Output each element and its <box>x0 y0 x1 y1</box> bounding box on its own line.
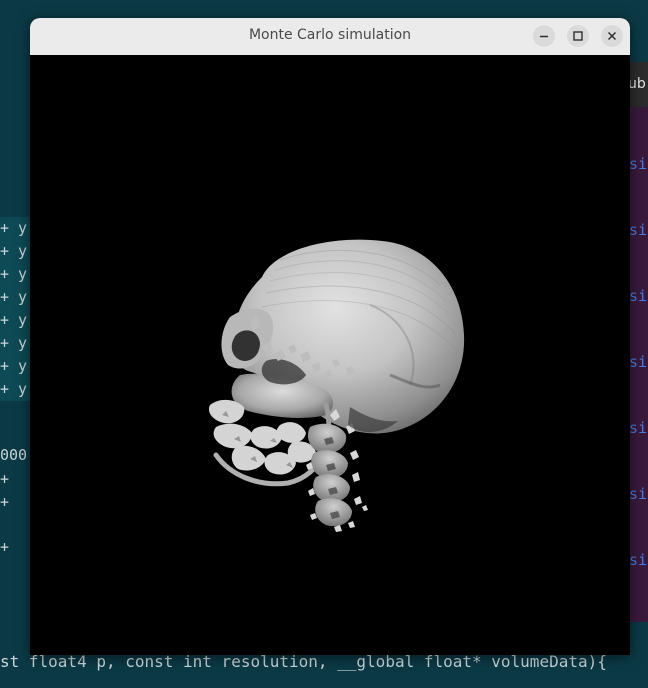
background-editor-left: + y + y + y + y + y + y + y + y 000 + + … <box>0 210 32 610</box>
keyword-fragment: si <box>629 353 648 371</box>
background-window-right[interactable]: ub ( si si si si si si si <box>628 62 648 622</box>
keyword-fragment: si <box>629 419 648 437</box>
keyword-fragment: si <box>629 221 648 239</box>
desktop: + y + y + y + y + y + y + y + y 000 + + … <box>0 0 648 688</box>
diff-line: + y <box>0 378 32 401</box>
diff-line: + y <box>0 309 32 332</box>
number-fragment: 000 <box>0 446 28 464</box>
diff-line: + y <box>0 332 32 355</box>
minimize-icon <box>540 35 548 38</box>
close-icon <box>607 31 617 41</box>
keyword-fragment: si <box>629 287 648 305</box>
diff-line: + y <box>0 263 32 286</box>
plus-line: + <box>0 538 10 556</box>
close-button[interactable] <box>601 25 623 47</box>
keyword-fragment: si <box>629 551 648 569</box>
maximize-icon <box>573 31 583 41</box>
diff-line: + y <box>0 217 32 240</box>
monte-carlo-window[interactable]: Monte Carlo simulation <box>30 18 630 655</box>
render-canvas[interactable] <box>30 55 630 655</box>
keyword-fragment: si <box>629 485 648 503</box>
diff-line: + y <box>0 355 32 378</box>
plus-line: + <box>0 470 10 488</box>
skull-render <box>208 239 465 532</box>
minimize-button[interactable] <box>533 25 555 47</box>
window-titlebar[interactable]: Monte Carlo simulation <box>30 18 630 56</box>
diff-line: + y <box>0 286 32 309</box>
plus-line: + <box>0 493 10 511</box>
diff-line: + y <box>0 240 32 263</box>
maximize-button[interactable] <box>567 25 589 47</box>
keyword-fragment: si <box>629 155 648 173</box>
background-tab-fragment[interactable]: ub ( <box>628 62 648 107</box>
